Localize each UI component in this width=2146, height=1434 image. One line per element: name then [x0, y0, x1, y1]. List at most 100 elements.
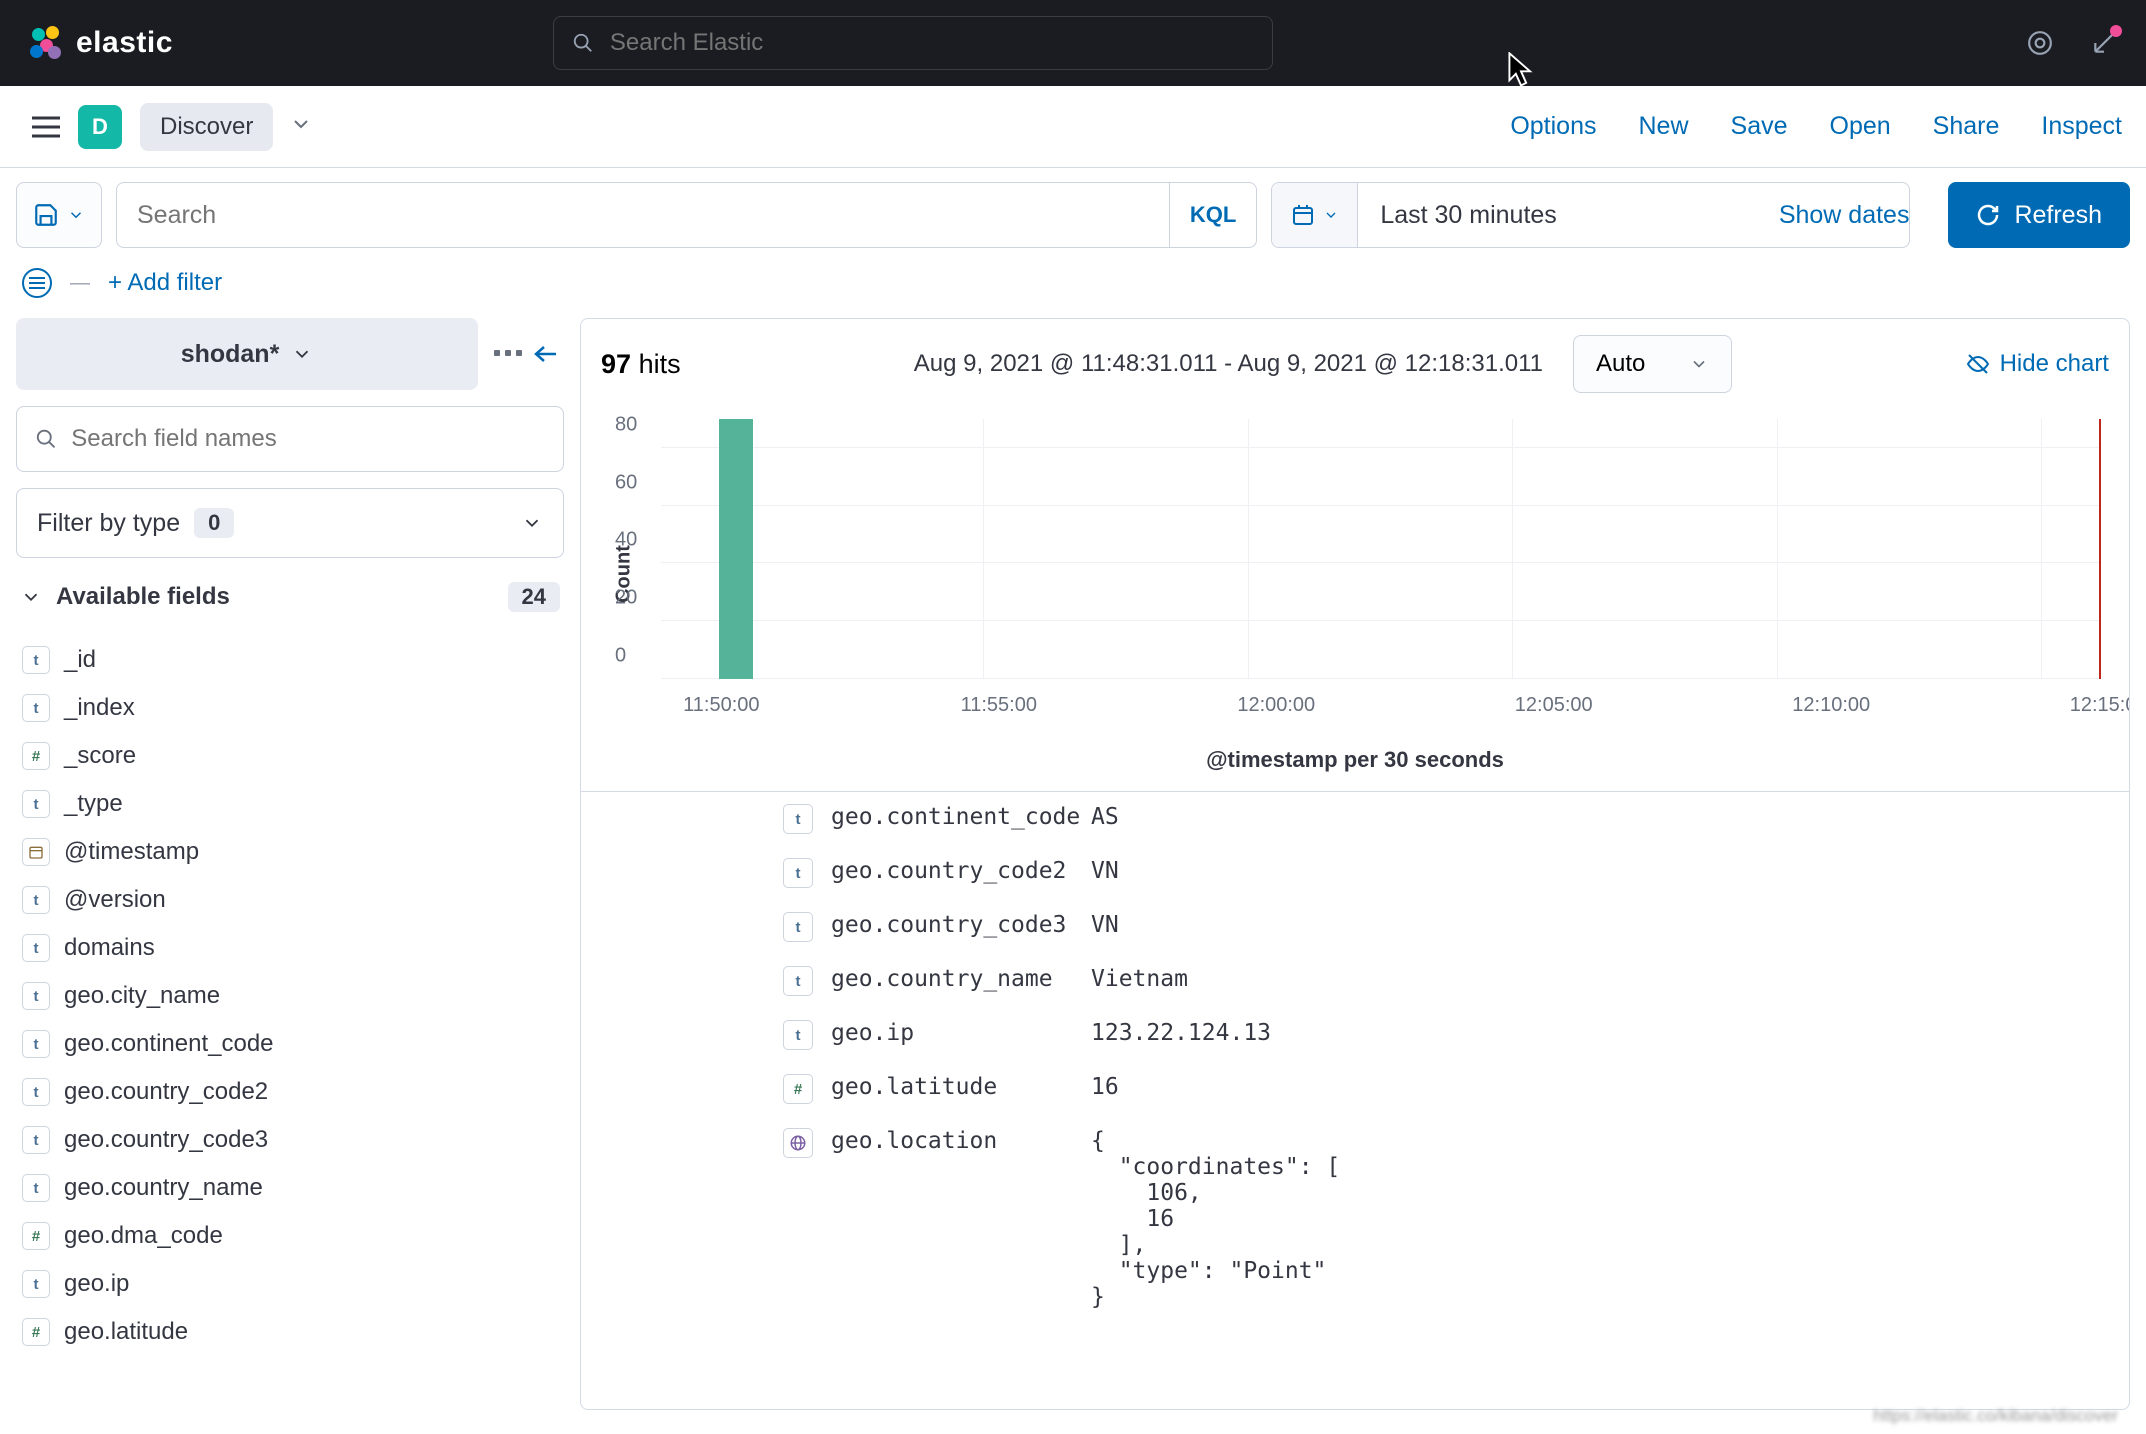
- nav-new[interactable]: New: [1639, 112, 1689, 141]
- number-field-icon: #: [783, 1074, 813, 1104]
- date-range-label[interactable]: Last 30 minutes: [1358, 201, 1579, 230]
- field-item[interactable]: tgeo.country_code3: [16, 1116, 564, 1164]
- query-input[interactable]: [117, 201, 1169, 230]
- doc-field-value: VN: [1091, 912, 2129, 938]
- field-item[interactable]: # geo.dma_code: [16, 1212, 564, 1260]
- text-field-icon: t: [22, 886, 50, 914]
- field-list[interactable]: t_idt_index#_scoret_type@timestampt@vers…: [16, 636, 564, 1410]
- nav-options[interactable]: Options: [1510, 112, 1596, 141]
- doc-field-name: geo.location: [831, 1128, 1091, 1154]
- chevron-down-icon: [521, 512, 543, 534]
- text-field-icon: t: [22, 694, 50, 722]
- field-name-label: @version: [64, 886, 166, 914]
- histogram-bar[interactable]: [719, 419, 753, 679]
- filter-settings-icon[interactable]: [22, 268, 52, 298]
- text-field-icon: t: [22, 1270, 50, 1298]
- field-item[interactable]: t geo.ip: [16, 1260, 564, 1308]
- hits-count: 97 hits: [601, 349, 681, 380]
- field-name-label: geo.dma_code: [64, 1222, 223, 1250]
- add-filter-button[interactable]: + Add filter: [108, 269, 222, 297]
- doc-field-row[interactable]: tgeo.country_code3VN: [581, 900, 2129, 954]
- filter-by-type-label: Filter by type: [37, 509, 180, 538]
- field-item[interactable]: @timestamp: [16, 828, 564, 876]
- text-field-icon: t: [783, 1020, 813, 1050]
- interval-value: Auto: [1596, 350, 1645, 378]
- hide-chart-label: Hide chart: [2000, 350, 2109, 378]
- field-item[interactable]: t geo.city_name: [16, 972, 564, 1020]
- global-search[interactable]: [553, 16, 1273, 70]
- doc-field-row[interactable]: #geo.latitude16: [581, 1062, 2129, 1116]
- text-field-icon: t: [22, 982, 50, 1010]
- available-fields-header[interactable]: Available fields 24: [16, 574, 564, 620]
- text-field-icon: t: [22, 790, 50, 818]
- nav-toggle-button[interactable]: [24, 105, 68, 149]
- field-item[interactable]: t @version: [16, 876, 564, 924]
- doc-field-row[interactable]: tgeo.continent_codeAS: [581, 792, 2129, 846]
- hide-chart-button[interactable]: Hide chart: [1966, 350, 2109, 378]
- field-item[interactable]: #_score: [16, 732, 564, 780]
- show-dates-link[interactable]: Show dates: [1779, 201, 1910, 230]
- save-icon: [33, 202, 59, 228]
- text-field-icon: t: [22, 1030, 50, 1058]
- date-quick-select-button[interactable]: [1272, 183, 1358, 247]
- field-item[interactable]: t_index: [16, 684, 564, 732]
- field-search-input[interactable]: [71, 425, 545, 453]
- notification-dot: [2110, 25, 2122, 37]
- field-name-label: @timestamp: [64, 838, 199, 866]
- index-pattern-selector[interactable]: shodan*: [16, 318, 478, 390]
- field-item[interactable]: t_type: [16, 780, 564, 828]
- histogram-chart[interactable]: Count 02040608011:50:0011:55:0012:00:001…: [601, 409, 2109, 739]
- collapse-sidebar-icon[interactable]: [532, 343, 558, 365]
- breadcrumb-chevron-icon[interactable]: [289, 112, 313, 141]
- interval-select[interactable]: Auto: [1573, 335, 1732, 393]
- field-name-label: _id: [64, 646, 96, 674]
- doc-field-value: Vietnam: [1091, 966, 2129, 992]
- nav-inspect[interactable]: Inspect: [2041, 112, 2122, 141]
- newsfeed-icon[interactable]: [2090, 29, 2118, 57]
- doc-field-row[interactable]: tgeo.country_code2VN: [581, 846, 2129, 900]
- app-breadcrumb-discover[interactable]: Discover: [140, 103, 273, 151]
- doc-field-name: geo.country_name: [831, 966, 1091, 992]
- field-item[interactable]: tgeo.country_name: [16, 1164, 564, 1212]
- field-item[interactable]: t_id: [16, 636, 564, 684]
- doc-field-row[interactable]: tgeo.country_nameVietnam: [581, 954, 2129, 1008]
- eye-off-icon: [1966, 352, 1990, 376]
- doc-field-row[interactable]: geo.location{ "coordinates": [ 106, 16 ]…: [581, 1116, 2129, 1322]
- help-icon[interactable]: [2026, 29, 2054, 57]
- current-time-marker: [2099, 419, 2101, 679]
- filter-by-type[interactable]: Filter by type 0: [16, 488, 564, 558]
- field-item[interactable]: #geo.latitude: [16, 1308, 564, 1356]
- field-name-label: _score: [64, 742, 136, 770]
- fields-options-icon[interactable]: [494, 343, 522, 361]
- doc-field-row[interactable]: tgeo.ip123.22.124.13: [581, 1008, 2129, 1062]
- y-tick: 60: [615, 471, 637, 494]
- field-name-label: geo.continent_code: [64, 1030, 274, 1058]
- x-tick: 11:50:00: [683, 694, 759, 717]
- refresh-button[interactable]: Refresh: [1948, 182, 2130, 248]
- x-tick: 12:10:00: [1792, 694, 1870, 717]
- number-field-icon: #: [22, 1222, 50, 1250]
- field-name-label: geo.country_code3: [64, 1126, 268, 1154]
- field-item[interactable]: tdomains: [16, 924, 564, 972]
- nav-open[interactable]: Open: [1830, 112, 1891, 141]
- kql-toggle[interactable]: KQL: [1169, 183, 1256, 247]
- document-panel[interactable]: tgeo.continent_codeAStgeo.country_code2V…: [581, 791, 2129, 1409]
- field-item[interactable]: tgeo.country_code2: [16, 1068, 564, 1116]
- nav-share[interactable]: Share: [1933, 112, 2000, 141]
- nav-save[interactable]: Save: [1731, 112, 1788, 141]
- field-name-label: geo.ip: [64, 1270, 129, 1298]
- global-search-input[interactable]: [610, 29, 1254, 57]
- chevron-down-icon: [1323, 207, 1339, 223]
- saved-query-button[interactable]: [16, 182, 102, 248]
- space-selector[interactable]: D: [78, 105, 122, 149]
- elastic-logo[interactable]: elastic: [28, 25, 173, 61]
- doc-field-value: { "coordinates": [ 106, 16 ], "type": "P…: [1091, 1128, 2129, 1310]
- field-item[interactable]: t geo.continent_code: [16, 1020, 564, 1068]
- refresh-icon: [1976, 203, 2000, 227]
- global-header: elastic: [0, 0, 2146, 86]
- y-tick: 20: [615, 587, 637, 610]
- geo-field-icon: [783, 1128, 813, 1158]
- field-search[interactable]: [16, 406, 564, 472]
- doc-field-name: geo.ip: [831, 1020, 1091, 1046]
- field-name-label: geo.city_name: [64, 982, 220, 1010]
